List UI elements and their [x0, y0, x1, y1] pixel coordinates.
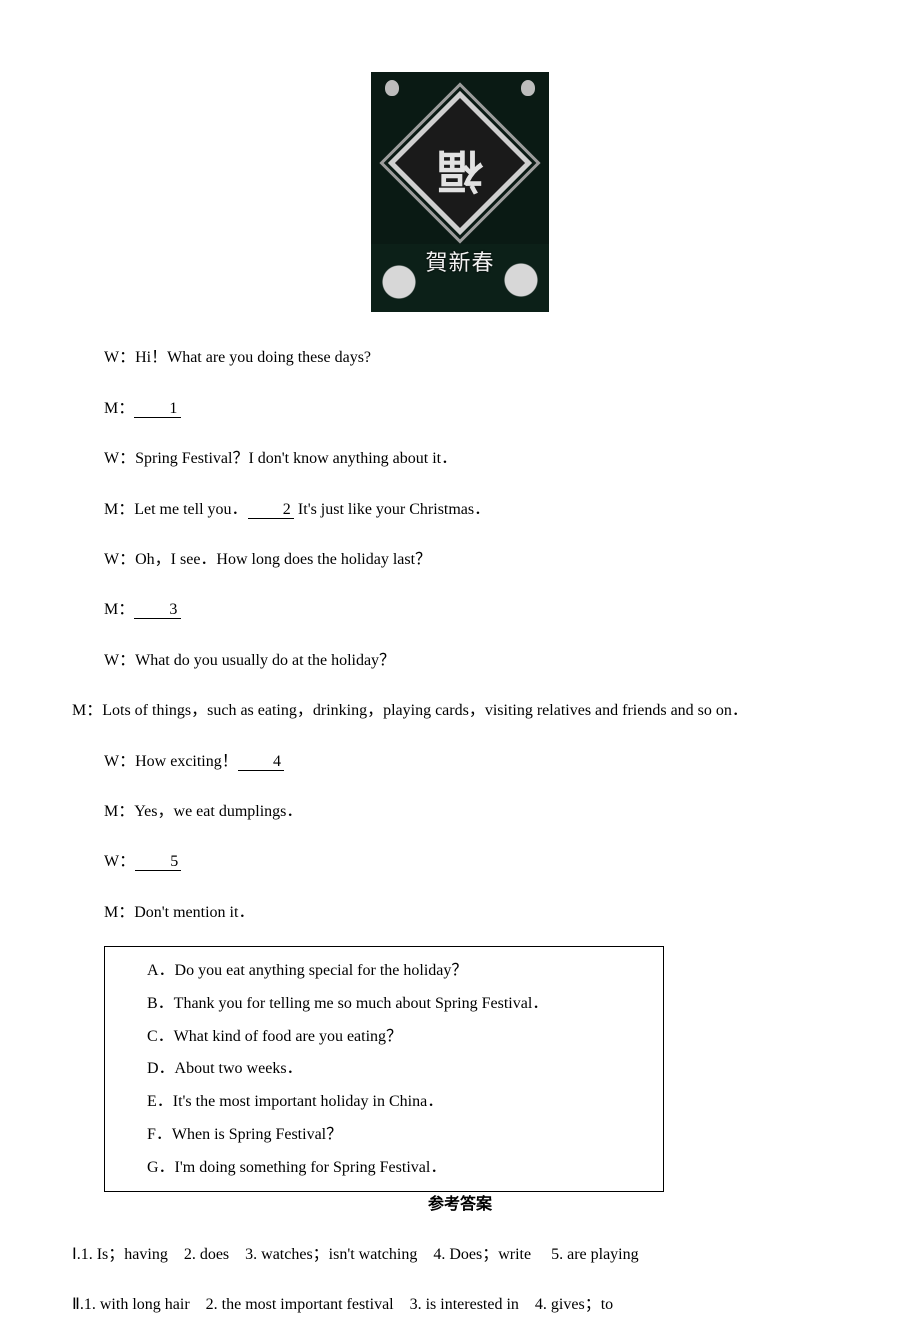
dialogue-line: M：Yes，we eat dumplings．	[0, 795, 920, 829]
fill-blank: 1	[134, 401, 180, 418]
option-g: G．I'm doing something for Spring Festiva…	[115, 1152, 655, 1185]
lantern-icon	[521, 80, 535, 96]
option-f: F．When is Spring Festival？	[115, 1119, 655, 1152]
dialogue-line: W：What do you usually do at the holiday？	[0, 644, 920, 678]
dialogue-line: W：Spring Festival？I don't know anything …	[0, 442, 920, 476]
fill-blank: 4	[238, 754, 284, 771]
options-box: A．Do you eat anything special for the ho…	[104, 946, 664, 1192]
dialogue-line: M：1	[0, 392, 920, 426]
dialogue-text: W：How exciting！	[104, 753, 238, 770]
answers-section-1: Ⅰ.1. Is；having 2. does 3. watches；isn't …	[0, 1238, 920, 1272]
fill-blank: 3	[134, 602, 180, 619]
fill-blank: 5	[135, 854, 181, 871]
dialogue-text: It's just like your Christmas．	[294, 501, 490, 518]
speaker-prefix: M：	[104, 601, 134, 618]
answers-heading: 参考答案	[0, 1188, 920, 1222]
option-a: A．Do you eat anything special for the ho…	[115, 955, 655, 988]
option-b: B．Thank you for telling me so much about…	[115, 988, 655, 1021]
fu-character: 福	[371, 120, 549, 219]
dialogue-line: W：Hi！What are you doing these days?	[0, 341, 920, 375]
answers-section-2: Ⅱ.1. with long hair 2. the most importan…	[0, 1288, 920, 1322]
greeting-banner-text: 賀新春	[371, 239, 549, 286]
option-c: C．What kind of food are you eating？	[115, 1021, 655, 1054]
dialogue-line: W：Oh，I see．How long does the holiday las…	[0, 543, 920, 577]
spring-festival-greeting-image: 福 賀新春	[371, 72, 549, 312]
figure-container: 福 賀新春	[0, 72, 920, 325]
fill-blank: 2	[248, 502, 294, 519]
lantern-icon	[385, 80, 399, 96]
dialogue-line: M：Lots of things，such as eating，drinking…	[0, 694, 920, 728]
option-e: E．It's the most important holiday in Chi…	[115, 1086, 655, 1119]
option-d: D．About two weeks．	[115, 1053, 655, 1086]
dialogue-line: W：5	[0, 845, 920, 879]
dialogue-line: M：Don't mention it．	[0, 896, 920, 930]
speaker-prefix: M：	[104, 400, 134, 417]
dialogue-line: W：How exciting！4	[0, 745, 920, 779]
speaker-prefix: W：	[104, 853, 135, 870]
dialogue-line: M：Let me tell you．2 It's just like your …	[0, 493, 920, 527]
dialogue-line: M：3	[0, 593, 920, 627]
dialogue-text: M：Let me tell you．	[104, 501, 248, 518]
